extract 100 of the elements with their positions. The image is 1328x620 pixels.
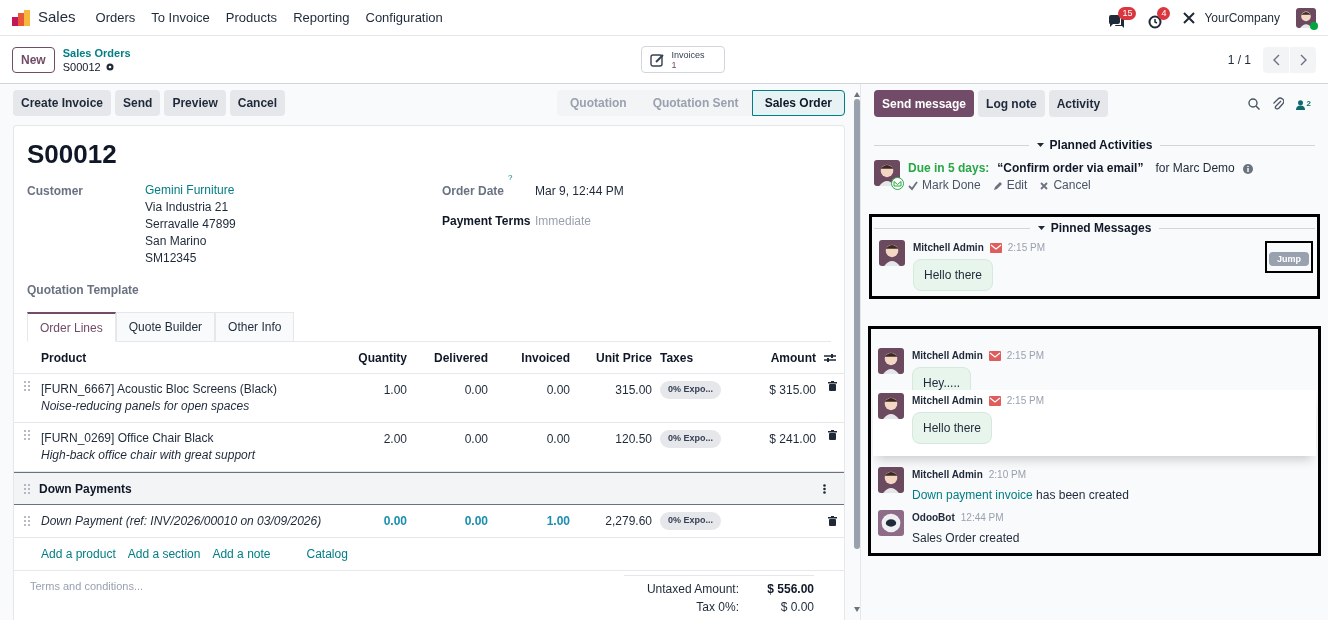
record-link[interactable]: Down payment invoice xyxy=(912,488,1033,502)
section-title: Down Payments xyxy=(39,480,132,498)
record-name: S00012 xyxy=(62,59,101,74)
edit-document-icon xyxy=(649,52,664,67)
action-button[interactable]: Send xyxy=(115,90,161,116)
section-row[interactable]: Down Payments xyxy=(14,472,844,505)
trash-icon[interactable] xyxy=(828,516,837,526)
form-tab[interactable]: Other Info xyxy=(215,312,295,342)
action-button[interactable]: Cancel xyxy=(229,90,286,116)
chatter-button[interactable]: Send message xyxy=(874,90,975,117)
activity-action-link[interactable]: Mark Done xyxy=(908,177,981,194)
tools-icon[interactable] xyxy=(1182,10,1197,25)
pager-value: 1 / 1 xyxy=(1227,51,1251,69)
record-title: S00012 xyxy=(27,138,118,170)
followers-button[interactable]: 2 xyxy=(1295,97,1311,110)
scrollbar-thumb[interactable] xyxy=(854,99,860,549)
activities-button[interactable]: 4 xyxy=(1148,6,1171,29)
drag-handle-icon[interactable] xyxy=(24,430,30,440)
terms-field[interactable]: Terms and conditions... xyxy=(30,575,330,597)
menu-item[interactable]: Orders xyxy=(87,7,144,28)
breadcrumb-link[interactable]: Sales Orders xyxy=(62,45,131,60)
settings-icon[interactable] xyxy=(104,61,115,72)
column-header: Product xyxy=(41,349,88,367)
column-settings-icon[interactable] xyxy=(824,352,836,363)
product-name: [FURN_6667] Acoustic Bloc Screens (Black) xyxy=(41,381,279,398)
table-cell-text: 2,279.60 xyxy=(604,513,652,530)
menu-item[interactable]: Products xyxy=(217,7,286,28)
column-header: Invoiced xyxy=(520,349,570,367)
message-time: 12:44 PM xyxy=(960,511,1004,525)
table-cell-text: 1.00 xyxy=(545,513,570,530)
action-button[interactable]: Preview xyxy=(164,90,226,116)
search-icon[interactable] xyxy=(1247,97,1260,110)
trash-icon[interactable] xyxy=(828,430,837,440)
user-avatar-icon xyxy=(1296,7,1316,28)
scroll-down-icon xyxy=(854,607,860,612)
section-toggle[interactable]: Planned Activities xyxy=(1036,136,1153,154)
total-value: $ 556.00 xyxy=(766,581,814,598)
add-line-link[interactable]: Add a section xyxy=(127,545,201,563)
chatter-button[interactable]: Log note xyxy=(978,90,1045,117)
notification-badge: 4 xyxy=(1157,6,1171,20)
field-label: Order Date xyxy=(442,183,505,200)
status-step[interactable]: Sales Order xyxy=(751,90,845,116)
table-cell-text: 2.00 xyxy=(382,431,407,448)
invoices-smart-button[interactable]: Invoices 1 xyxy=(640,46,725,73)
table-cell-text: $ 241.00 xyxy=(768,431,816,448)
check-icon xyxy=(908,180,918,191)
menu-item[interactable]: Reporting xyxy=(285,7,358,28)
drag-handle-icon[interactable] xyxy=(24,381,30,391)
activity-action-link[interactable]: Cancel xyxy=(1039,177,1091,194)
message-bubble: Hello there xyxy=(912,412,993,444)
action-button[interactable]: Create Invoice xyxy=(13,90,112,116)
more-options-icon[interactable] xyxy=(823,483,826,494)
table-cell-text: 0.00 xyxy=(463,513,488,530)
user-avatar-icon xyxy=(879,240,905,266)
total-label: Untaxed Amount: xyxy=(646,581,739,598)
add-line-link[interactable]: Add a note xyxy=(212,545,271,563)
paperclip-icon[interactable] xyxy=(1271,97,1284,110)
follower-count: 2 xyxy=(1306,97,1311,110)
total-label: Tax 0%: xyxy=(696,599,739,616)
form-tab[interactable]: Order Lines xyxy=(27,312,116,342)
chevron-right-icon xyxy=(1299,53,1307,66)
customer-link[interactable]: Gemini Furniture xyxy=(145,182,236,199)
drag-handle-icon[interactable] xyxy=(24,516,30,526)
new-button[interactable]: New xyxy=(12,46,55,73)
table-cell-text: 0.00 xyxy=(382,513,407,530)
address-line: Via Industria 21 xyxy=(145,199,230,216)
table-cell-text: 120.50 xyxy=(614,431,652,448)
product-name: [FURN_0269] Office Chair Black xyxy=(41,430,215,447)
caret-down-icon xyxy=(1036,143,1044,147)
message-bubble: Hello there xyxy=(913,259,994,291)
product-description: High-back office chair with great support xyxy=(41,447,257,464)
section-toggle[interactable]: Pinned Messages xyxy=(1037,219,1152,237)
add-line-link[interactable]: Add a product xyxy=(41,545,116,563)
message-time: 2:10 PM xyxy=(988,468,1026,482)
trash-icon[interactable] xyxy=(828,381,837,391)
close-icon xyxy=(1039,180,1050,191)
message-author: Mitchell Admin xyxy=(912,349,983,363)
menu-item[interactable]: To Invoice xyxy=(143,7,218,28)
messages-button[interactable]: 15 xyxy=(1108,6,1137,29)
drag-handle-icon[interactable] xyxy=(24,483,30,494)
form-tab[interactable]: Quote Builder xyxy=(115,312,216,342)
user-icon xyxy=(1295,99,1305,110)
info-icon[interactable] xyxy=(1242,163,1253,174)
table-cell-text: 0.00 xyxy=(463,431,488,448)
smart-button-label: Invoices xyxy=(671,49,705,60)
menu-item[interactable]: Configuration xyxy=(357,7,451,28)
add-line-link[interactable]: Catalog xyxy=(306,545,348,563)
activity-action-link[interactable]: Edit xyxy=(992,177,1028,194)
tax-tag: 0% Expo... xyxy=(660,381,721,399)
app-name: Sales xyxy=(38,7,76,28)
chatter-button[interactable]: Activity xyxy=(1048,90,1109,117)
caret-down-icon xyxy=(1037,226,1045,230)
user-avatar-icon xyxy=(878,467,904,493)
pencil-icon xyxy=(992,180,1003,191)
payment-terms-field[interactable]: Immediate xyxy=(535,212,685,230)
company-switcher[interactable]: YourCompany xyxy=(1204,8,1280,27)
field-label: Payment Terms xyxy=(442,213,532,230)
table-cell-text: 0.00 xyxy=(545,431,570,448)
email-activity-icon xyxy=(891,177,904,190)
tax-tag: 0% Expo... xyxy=(660,512,721,530)
